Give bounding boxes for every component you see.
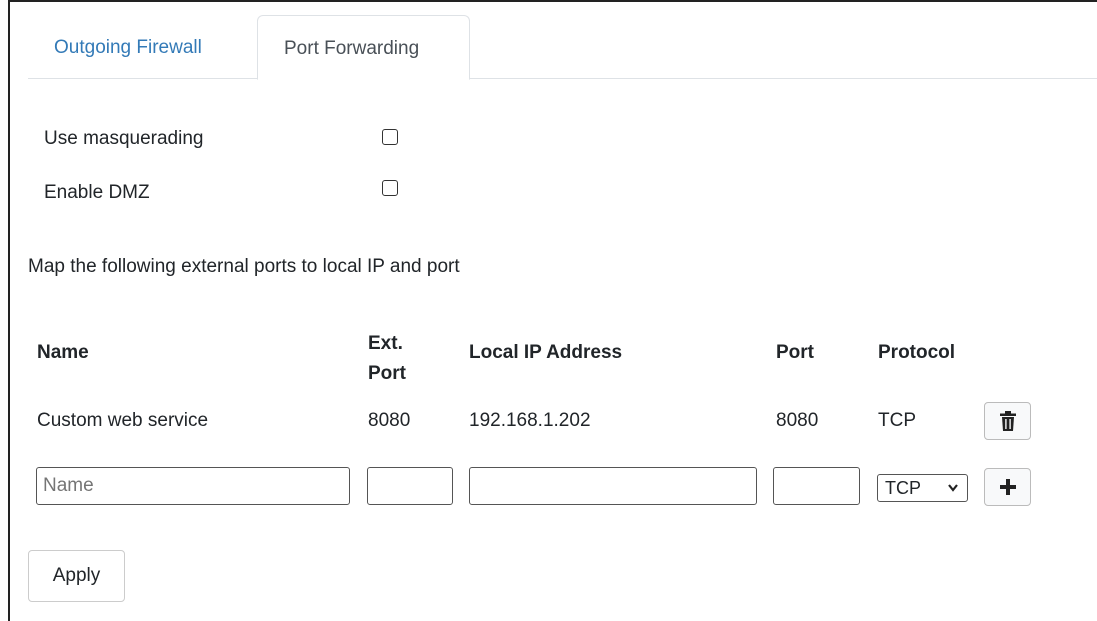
row-name: Custom web service (37, 410, 209, 431)
tab-outgoing-firewall[interactable]: Outgoing Firewall (28, 15, 228, 80)
header-ext-port-line2: Port (368, 363, 406, 384)
apply-button[interactable]: Apply (28, 550, 125, 602)
dmz-label: Enable DMZ (44, 182, 150, 203)
header-local-ip: Local IP Address (469, 342, 623, 363)
new-protocol-select[interactable]: TCP (877, 474, 968, 502)
row-port: 8080 (776, 410, 819, 431)
header-ext-port: Ext. Port (368, 329, 406, 389)
add-row-button[interactable] (984, 468, 1031, 506)
row-local-ip: 192.168.1.202 (469, 410, 591, 431)
dmz-checkbox[interactable] (382, 180, 398, 196)
content-frame (8, 0, 1097, 621)
new-ext-port-input[interactable] (367, 467, 453, 505)
header-ext-port-line1: Ext. (368, 333, 403, 354)
protocol-selected-value: TCP (885, 478, 921, 498)
delete-row-button[interactable] (984, 402, 1031, 440)
masquerading-checkbox[interactable] (382, 129, 398, 145)
new-port-input[interactable] (773, 467, 860, 505)
tab-bar: Outgoing Firewall Port Forwarding (28, 15, 1097, 80)
header-port: Port (776, 342, 814, 363)
header-name: Name (37, 342, 89, 363)
header-protocol: Protocol (878, 342, 956, 363)
intro-text: Map the following external ports to loca… (28, 256, 460, 277)
plus-icon (999, 479, 1016, 495)
new-local-ip-input[interactable] (469, 467, 757, 505)
trash-icon (999, 411, 1016, 431)
row-ext-port: 8080 (368, 410, 411, 431)
tab-port-forwarding[interactable]: Port Forwarding (257, 15, 470, 80)
new-name-input[interactable] (36, 467, 350, 505)
row-protocol: TCP (878, 410, 916, 431)
chevron-down-icon (947, 475, 959, 510)
masquerading-label: Use masquerading (44, 128, 204, 149)
